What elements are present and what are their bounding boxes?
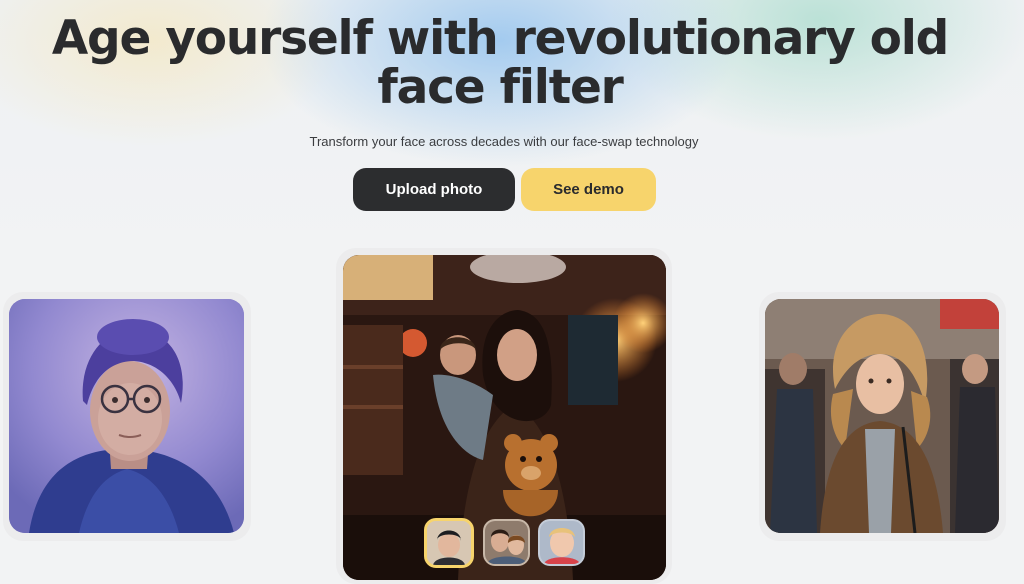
girl-on-street-scene xyxy=(765,299,999,533)
young-girl-photo xyxy=(765,299,999,533)
face-thumbnail-1[interactable] xyxy=(424,518,474,568)
page-title: Age yourself with revolutionary old face… xyxy=(0,14,1000,112)
face-thumbnail-3[interactable] xyxy=(538,519,585,566)
face-thumbnail-2[interactable] xyxy=(483,519,530,566)
upload-photo-button[interactable]: Upload photo xyxy=(353,168,515,211)
page-title-line-2: face filter xyxy=(377,60,623,115)
boy-with-beanie-thumbnail xyxy=(427,521,471,565)
page-subtitle: Transform your face across decades with … xyxy=(309,134,699,149)
couple-thumbnail xyxy=(485,521,528,564)
page-title-line-1: Age yourself with revolutionary old xyxy=(51,11,949,66)
see-demo-button[interactable]: See demo xyxy=(521,168,656,211)
elderly-woman-portrait xyxy=(9,299,244,533)
blond-boy-thumbnail xyxy=(540,521,583,564)
elderly-woman-illustration xyxy=(9,299,244,533)
